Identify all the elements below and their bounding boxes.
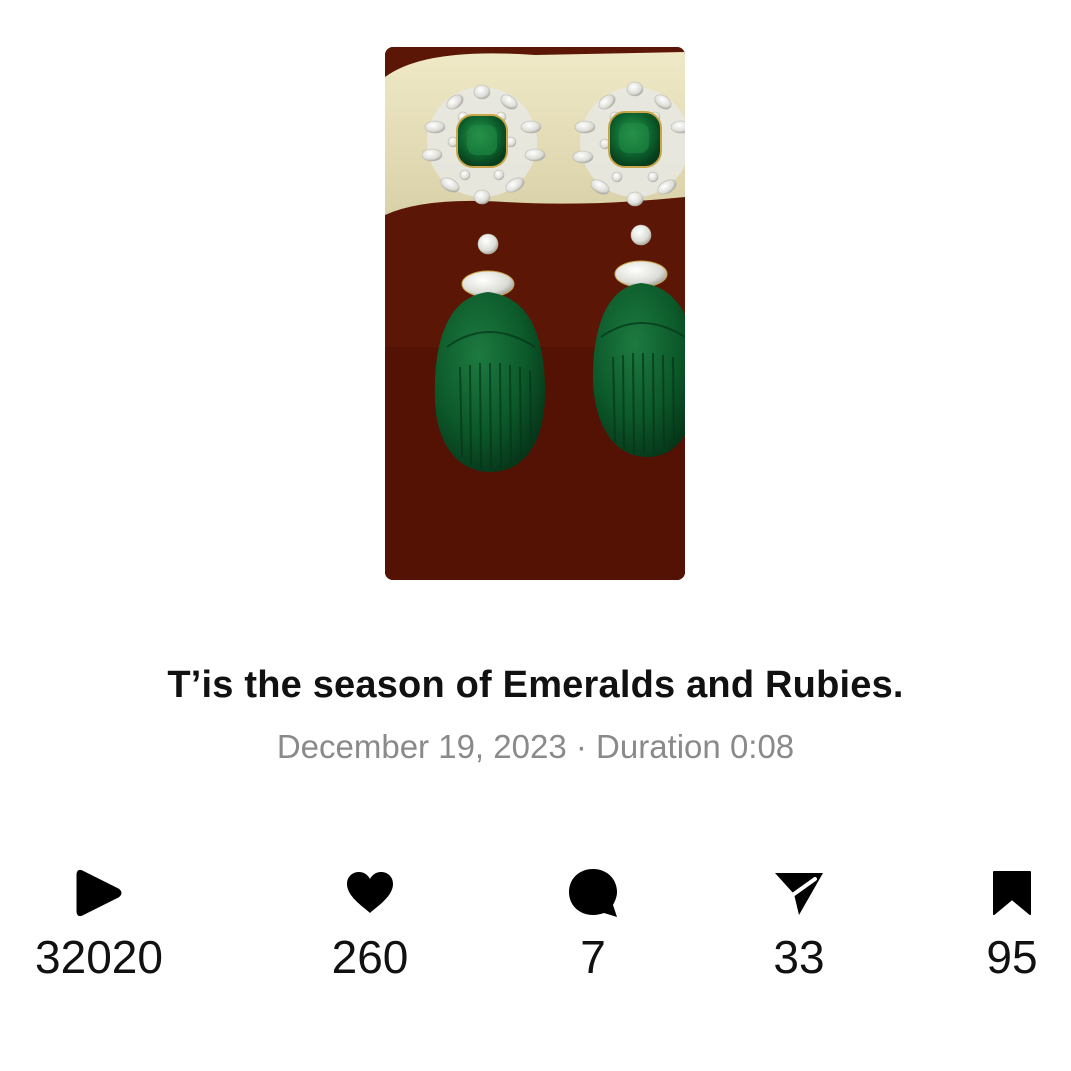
meta-separator: · — [575, 728, 587, 765]
post-meta: December 19, 2023 · Duration 0:08 — [0, 728, 1071, 766]
post-insights-screen: T’is the season of Emeralds and Rubies. … — [0, 0, 1071, 1071]
video-thumbnail[interactable] — [385, 47, 685, 580]
post-date: December 19, 2023 — [276, 728, 567, 765]
heart-icon — [280, 864, 460, 922]
comment-icon — [503, 864, 683, 922]
stat-plays: 32020 — [9, 864, 189, 985]
stat-saves: 95 — [922, 864, 1071, 985]
stat-likes: 260 — [280, 864, 460, 985]
post-title: T’is the season of Emeralds and Rubies. — [167, 664, 904, 706]
stat-comments: 7 — [503, 864, 683, 985]
shares-count: 33 — [773, 931, 825, 983]
likes-count: 260 — [331, 931, 409, 983]
emerald-earrings-image — [385, 47, 685, 580]
comments-count: 7 — [580, 931, 606, 983]
share-icon — [709, 864, 889, 922]
play-icon — [9, 864, 189, 922]
saves-count: 95 — [986, 931, 1038, 983]
duration-label: Duration — [596, 728, 721, 765]
duration-value: 0:08 — [729, 728, 795, 765]
stat-shares: 33 — [709, 864, 889, 985]
bookmark-icon — [922, 864, 1071, 922]
plays-count: 32020 — [35, 931, 163, 983]
engagement-stats: 32020 260 7 33 95 — [0, 864, 1071, 994]
